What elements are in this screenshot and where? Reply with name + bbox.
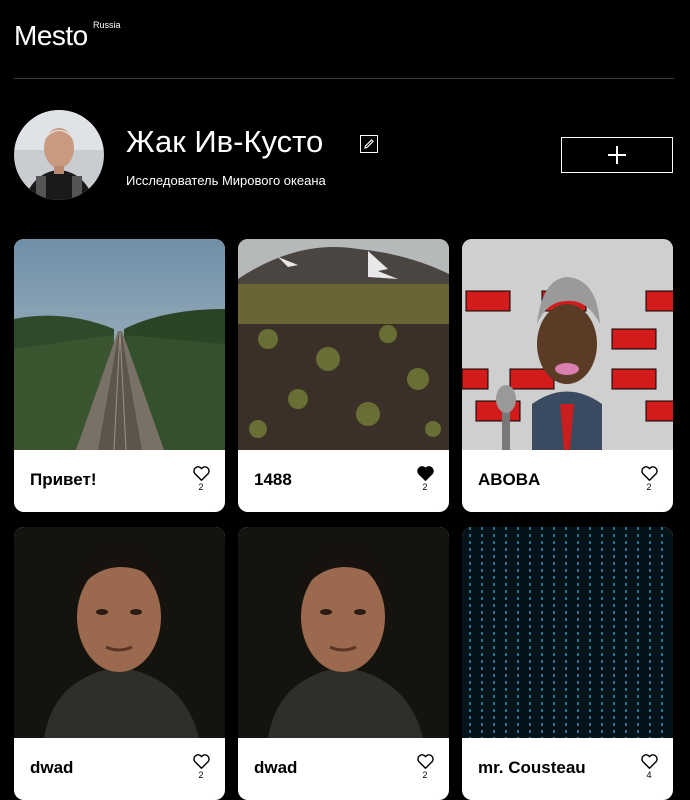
logo[interactable]: Mesto — [14, 20, 88, 52]
card-title: ABOBA — [478, 470, 541, 489]
card-image[interactable] — [238, 239, 449, 450]
like-count: 2 — [198, 770, 204, 780]
pencil-icon — [364, 139, 374, 149]
heart-outline-icon — [640, 466, 658, 481]
avatar[interactable] — [14, 110, 104, 200]
card: dwad 2 — [238, 527, 449, 800]
card: 1488 2 — [238, 239, 449, 512]
like-button[interactable]: 2 — [190, 466, 212, 494]
card-title: 1488 — [254, 470, 292, 489]
card-image[interactable] — [14, 239, 225, 450]
like-button[interactable]: 2 — [638, 466, 660, 494]
card-image[interactable] — [462, 527, 673, 738]
add-card-button[interactable] — [561, 137, 673, 173]
edit-profile-button[interactable] — [360, 135, 378, 153]
like-count: 4 — [646, 770, 652, 780]
logo-superscript: Russia — [93, 20, 121, 30]
like-count: 2 — [646, 482, 652, 492]
heart-outline-icon — [192, 754, 210, 769]
card-image[interactable] — [14, 527, 225, 738]
profile-name: Жак Ив-Кусто — [126, 124, 324, 159]
card-title: dwad — [30, 758, 74, 777]
header-divider — [14, 78, 674, 79]
like-count: 2 — [422, 482, 428, 492]
heart-filled-icon — [416, 466, 434, 481]
card: mr. Cousteau 4 — [462, 527, 673, 800]
card-title: mr. Cousteau — [478, 758, 586, 777]
card: Привет! 2 — [14, 239, 225, 512]
card: ABOBA 2 — [462, 239, 673, 512]
like-button[interactable]: 2 — [414, 466, 436, 494]
like-count: 2 — [422, 770, 428, 780]
card-image[interactable] — [238, 527, 449, 738]
header: Mesto Russia — [14, 0, 674, 78]
plus-icon — [608, 146, 626, 164]
card-title: dwad — [254, 758, 298, 777]
card-image[interactable] — [462, 239, 673, 450]
like-button[interactable]: 4 — [638, 754, 660, 782]
profile: Жак Ив-Кусто Исследователь Мирового океа… — [14, 110, 674, 200]
like-count: 2 — [198, 482, 204, 492]
profile-about: Исследователь Мирового океана — [126, 173, 326, 188]
card-title: Привет! — [30, 470, 97, 489]
like-button[interactable]: 2 — [190, 754, 212, 782]
heart-outline-icon — [416, 754, 434, 769]
like-button[interactable]: 2 — [414, 754, 436, 782]
card: dwad 2 — [14, 527, 225, 800]
heart-outline-icon — [640, 754, 658, 769]
heart-outline-icon — [192, 466, 210, 481]
